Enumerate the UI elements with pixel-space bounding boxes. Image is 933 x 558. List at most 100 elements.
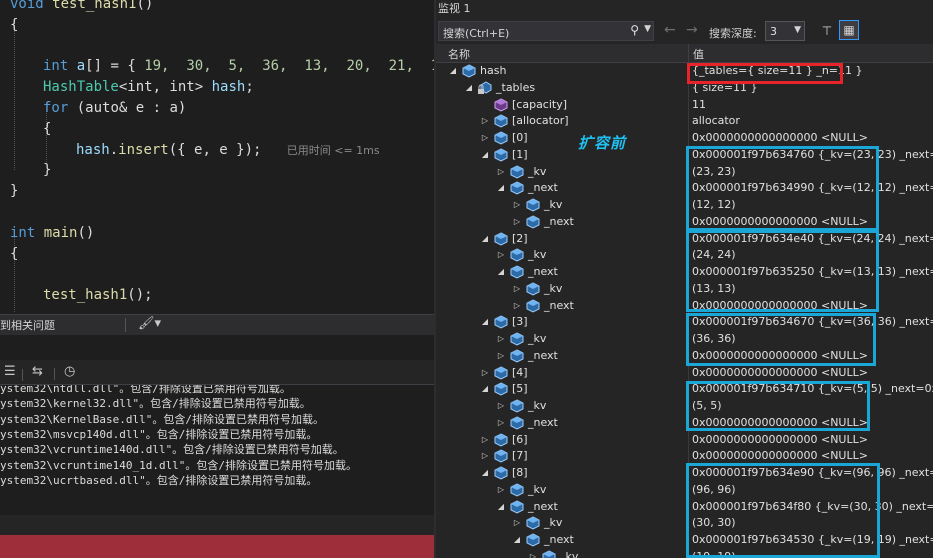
collapsed-icon[interactable]: ▷ [512, 282, 522, 296]
expanded-icon[interactable]: ◢ [448, 64, 458, 78]
code-line[interactable]: { [10, 244, 18, 264]
collapsed-icon[interactable]: ▷ [480, 114, 490, 128]
variable-name: hash [76, 141, 110, 158]
watch-row-value[interactable]: allocator [692, 114, 740, 128]
code-line[interactable]: int a[] = { 19, 30, 5, 36, 13, 20, 21, 1… [43, 56, 434, 76]
collapsed-icon[interactable]: ▷ [480, 449, 490, 463]
annotation-label: 扩容前 [578, 134, 627, 152]
word-wrap-icon[interactable]: ⇆ [32, 364, 43, 379]
watch-row[interactable]: ▷ [4] 0x0000000000000000 <NULL> [436, 365, 933, 382]
object-icon [526, 298, 540, 313]
expanded-icon[interactable]: ◢ [496, 265, 506, 279]
expanded-icon[interactable]: ◢ [480, 148, 490, 162]
object-icon [462, 63, 476, 78]
panel-title[interactable]: 到相关问题 [0, 317, 55, 333]
collapsed-icon[interactable]: ▷ [512, 198, 522, 212]
expanded-icon[interactable]: ◢ [464, 81, 474, 95]
collapsed-icon[interactable]: ▷ [496, 332, 506, 346]
function-name: test_hash1 [52, 0, 137, 12]
output-line: ystem32\ucrtbased.dll"。包含/排除设置已禁用符号加载。 [0, 473, 318, 487]
object-icon [542, 549, 556, 558]
search-icon[interactable]: ⚲ [630, 23, 639, 37]
column-value-header[interactable]: 值 [693, 46, 704, 62]
search-input[interactable]: 搜索(Ctrl+E) ⚲ ▼ [438, 21, 654, 41]
watch-row[interactable]: [capacity] 11 [436, 97, 933, 114]
code-line[interactable]: int main() [10, 223, 94, 243]
chevron-down-icon[interactable]: ▼ [644, 24, 651, 34]
variable-name: hash [211, 79, 246, 96]
forward-arrow-icon[interactable]: → [686, 22, 698, 38]
collapsed-icon[interactable]: ▷ [496, 483, 506, 497]
object-icon [494, 465, 508, 480]
object-icon [510, 164, 524, 179]
expanded-icon[interactable]: ◢ [496, 181, 506, 195]
watch-row-value[interactable]: 0x0000000000000000 <NULL> [692, 449, 868, 463]
collapsed-icon[interactable]: ▷ [480, 366, 490, 380]
watch-row-value[interactable]: 11 [692, 98, 706, 112]
watch-row[interactable]: ◢ hash {_tables={ size=11 } _n=11 } [436, 63, 933, 80]
code-line[interactable]: } [43, 160, 51, 180]
watch-row-name: _next [544, 298, 574, 312]
clock-icon[interactable]: ◷ [64, 364, 75, 379]
code-line[interactable]: { [43, 119, 51, 139]
collapsed-icon[interactable]: ▷ [496, 416, 506, 430]
expanded-icon[interactable]: ◢ [512, 533, 522, 547]
collapsed-icon[interactable]: ▷ [496, 349, 506, 363]
output-line: ystem32\msvcp140d.dll"。包含/排除设置已禁用符号加载。 [0, 427, 318, 441]
panel-spacer [0, 335, 434, 360]
search-depth-select[interactable]: 3 ▼ [765, 21, 805, 41]
watch-row-value[interactable]: 0x0000000000000000 <NULL> [692, 131, 868, 145]
variable-name: a [76, 58, 86, 75]
watch-row[interactable]: ◢ _tables{ size=11 } [436, 80, 933, 97]
column-name-header[interactable]: 名称 [448, 46, 470, 62]
watch-row-value[interactable]: 0x0000000000000000 <NULL> [692, 366, 868, 380]
code-line[interactable]: hash.insert({ e, e }); 已用时间 <= 1ms [76, 140, 380, 160]
code-line[interactable]: { [10, 15, 18, 35]
object-icon [510, 398, 524, 413]
watch-window: 监视 1 搜索(Ctrl+E) ⚲ ▼ ← → 搜索深度: 3 ▼ ⊤ ▦ 名称… [436, 0, 933, 558]
clear-all-icon[interactable]: ☰ [4, 364, 16, 379]
collapsed-icon[interactable]: ▷ [512, 215, 522, 229]
back-arrow-icon[interactable]: ← [664, 22, 676, 38]
object-icon [526, 515, 540, 530]
watch-row-name: [0] [512, 131, 528, 144]
code-line[interactable]: for (auto& e : a) [43, 98, 186, 118]
code-line[interactable]: } [10, 181, 18, 201]
code-line[interactable]: void test_hash1() [10, 0, 153, 14]
brush-icon[interactable]: 🖌▾ [138, 316, 161, 331]
function-args: () [77, 224, 95, 241]
watch-row-value[interactable]: 0x0000000000000000 <NULL> [692, 433, 868, 447]
watch-row-name: _next [528, 265, 558, 278]
expanded-icon[interactable]: ◢ [480, 382, 490, 396]
expanded-icon[interactable]: ◢ [480, 315, 490, 329]
expanded-icon[interactable]: ◢ [496, 500, 506, 514]
expanded-icon[interactable]: ◢ [480, 466, 490, 480]
code-editor[interactable]: void test_hash1(){int a[] = { 19, 30, 5,… [0, 0, 434, 314]
collapsed-icon[interactable]: ▷ [480, 131, 490, 145]
code-line[interactable]: HashTable<int, int> hash; [43, 77, 254, 97]
collapsed-icon[interactable]: ▷ [512, 299, 522, 313]
watch-title[interactable]: 监视 1 [436, 0, 933, 18]
object-icon [526, 281, 540, 296]
collapsed-icon[interactable]: ▷ [496, 165, 506, 179]
expanded-icon[interactable]: ◢ [480, 232, 490, 246]
output-pane[interactable]: ystem32\ntdll.dll"。包含/排除设置已禁用符号加载。 ystem3… [0, 385, 434, 515]
elapsed-time-hint: 已用时间 <= 1ms [286, 143, 380, 157]
object-icon [510, 415, 524, 430]
code-line[interactable]: test_hash1(); [43, 285, 153, 305]
collapsed-icon[interactable]: ▷ [512, 516, 522, 530]
pin-icon[interactable]: ⊤ [818, 21, 836, 41]
watch-row[interactable]: ▷ [0] 0x0000000000000000 <NULL> [436, 130, 933, 147]
object-icon [510, 331, 524, 346]
code-text: (auto& e : a) [68, 100, 187, 116]
collapsed-icon[interactable]: ▷ [528, 550, 538, 558]
column-splitter[interactable] [688, 44, 689, 62]
collapsed-icon[interactable]: ▷ [480, 433, 490, 447]
watch-row[interactable]: ▷ [6] 0x0000000000000000 <NULL> [436, 432, 933, 449]
watch-row[interactable]: ▷ [allocator] allocator [436, 113, 933, 130]
collapsed-icon[interactable]: ▷ [496, 248, 506, 262]
object-icon [494, 147, 508, 162]
search-depth-label: 搜索深度: [709, 27, 757, 40]
collapsed-icon[interactable]: ▷ [496, 399, 506, 413]
grid-view-icon[interactable]: ▦ [839, 20, 859, 40]
